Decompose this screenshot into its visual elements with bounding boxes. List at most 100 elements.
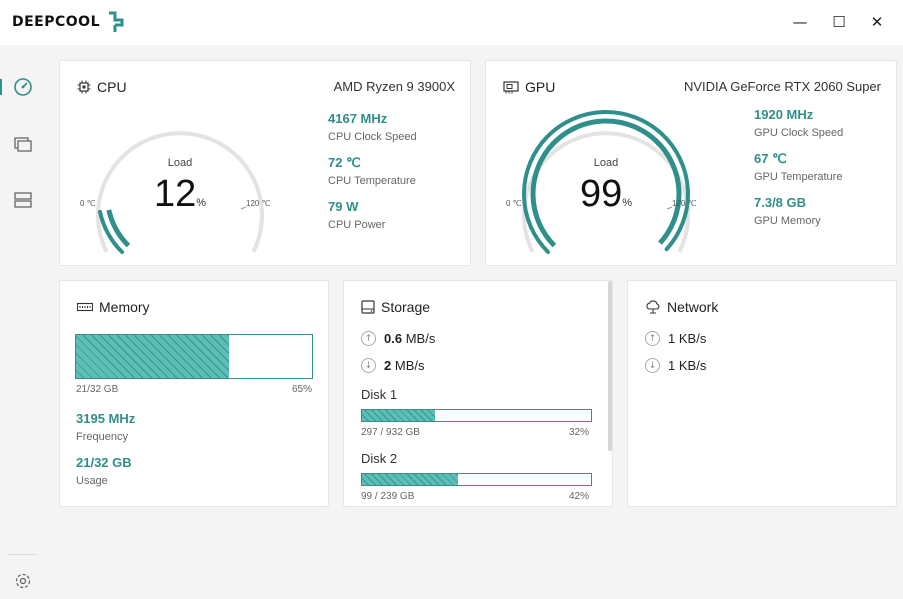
disk-1-usage: 297 / 932 GB: [361, 427, 420, 438]
sidebar-divider: [7, 554, 37, 555]
minimize-button[interactable]: —: [785, 10, 815, 34]
gpu-load-label: Load: [593, 157, 619, 169]
network-cloud-icon: [646, 300, 660, 314]
disk-2-name: Disk 2: [361, 451, 398, 466]
disk-1-bar: [361, 409, 592, 422]
cpu-load-gauge: Load 12% 0 ℃ 120 ℃: [80, 101, 280, 261]
memory-icon: [77, 302, 93, 312]
cpu-power-label: CPU Power: [328, 219, 386, 231]
server-icon: [14, 192, 32, 208]
gpu-memory-value: 7.3/8 GB: [754, 195, 807, 210]
monitor-icon: [14, 137, 32, 152]
nav-monitor[interactable]: [0, 125, 46, 165]
gpu-gauge-max: 120 ℃: [672, 199, 697, 208]
storage-title: Storage: [381, 299, 431, 315]
memory-usage-bar: [75, 334, 313, 379]
storage-download-unit: MB/s: [394, 358, 425, 373]
deepcool-logo: DEEPCOOL: [12, 10, 126, 34]
memory-used-text: 21/32 GB: [76, 384, 119, 395]
storage-upload-row: ↑ 0.6 MB/s: [361, 331, 435, 346]
memory-usage-fill: [76, 335, 230, 378]
upload-arrow-icon: ↑: [361, 331, 376, 346]
network-title: Network: [667, 299, 719, 315]
cpu-clock-label: CPU Clock Speed: [328, 131, 417, 143]
nav-dashboard[interactable]: [0, 67, 46, 107]
cpu-clock-value: 4167 MHz: [328, 111, 388, 126]
gpu-temp-value: 67 ℃: [754, 151, 787, 166]
memory-usage-label: Usage: [76, 475, 108, 487]
storage-upload-unit: MB/s: [405, 331, 436, 346]
storage-card: Storage ↑ 0.6 MB/s ↓ 2 MB/s Disk 1 297 /…: [343, 280, 613, 507]
memory-metrics: 3195 MHz Frequency 21/32 GB Usage: [76, 411, 135, 499]
storage-upload-speed: 0.6 MB/s: [384, 331, 435, 346]
gear-icon: [15, 573, 31, 589]
memory-usage-value: 21/32 GB: [76, 455, 132, 470]
disk-2-usage: 99 / 239 GB: [361, 491, 415, 502]
memory-card: Memory 21/32 GB 65% 3195 MHz Frequency 2…: [59, 280, 329, 507]
network-download-value: 1: [668, 358, 676, 373]
gpu-load-gauge: Load 99% 0 ℃ 120 ℃: [506, 101, 706, 261]
disk-2-percent: 42%: [569, 491, 590, 502]
memory-card-title: Memory: [77, 299, 150, 315]
network-upload-unit: KB/s: [678, 331, 707, 346]
maximize-button[interactable]: ☐: [824, 10, 854, 34]
network-card-title: Network: [645, 299, 718, 315]
cpu-temp-label: CPU Temperature: [328, 175, 416, 187]
gpu-metrics: 1920 MHz GPU Clock Speed 67 ℃ GPU Temper…: [754, 107, 843, 239]
close-button[interactable]: ✕: [862, 10, 892, 34]
cpu-load-value: 12%: [80, 173, 280, 216]
cpu-metrics: 4167 MHz CPU Clock Speed 72 ℃ CPU Temper…: [328, 111, 417, 243]
memory-percent-text: 65%: [291, 384, 312, 395]
disk-1-percent: 32%: [569, 427, 590, 438]
storage-scrollbar[interactable]: [608, 281, 612, 451]
cpu-title: CPU: [97, 79, 127, 95]
network-upload-speed: 1 KB/s: [668, 331, 706, 346]
logo-text: DEEPCOOL: [12, 14, 101, 30]
disk-1-fill: [362, 410, 436, 421]
disk-1-name: Disk 1: [361, 387, 398, 402]
cpu-chip-icon: [77, 80, 91, 94]
nav-server[interactable]: [0, 180, 46, 220]
cpu-load-unit: %: [196, 197, 207, 209]
gpu-title: GPU: [525, 79, 556, 95]
storage-card-title: Storage: [361, 299, 430, 315]
cpu-load-number: 12: [153, 173, 197, 215]
gpu-gauge-min: 0 ℃: [506, 199, 522, 208]
gpu-temp-label: GPU Temperature: [754, 171, 843, 183]
gpu-clock-value: 1920 MHz: [754, 107, 814, 122]
gpu-load-unit: %: [622, 197, 633, 209]
cpu-model: AMD Ryzen 9 3900X: [333, 79, 455, 94]
cpu-card: CPU AMD Ryzen 9 3900X Load 12% 0 ℃ 120 ℃…: [59, 60, 471, 266]
cpu-card-title: CPU: [77, 79, 127, 95]
cpu-gauge-min: 0 ℃: [80, 199, 96, 208]
memory-frequency-value: 3195 MHz: [76, 411, 136, 426]
logo-mark-icon: [109, 11, 124, 32]
gpu-load-value: 99%: [506, 173, 706, 216]
cpu-load-label: Load: [167, 157, 193, 169]
network-upload-row: ↑ 1 KB/s: [645, 331, 706, 346]
network-upload-value: 1: [668, 331, 676, 346]
sidebar: [0, 45, 46, 599]
gpu-clock-label: GPU Clock Speed: [754, 127, 844, 139]
gpu-card-title: GPU: [503, 79, 555, 95]
upload-arrow-icon: ↑: [645, 331, 660, 346]
dashboard-icon: [14, 78, 32, 96]
cpu-power-value: 79 W: [328, 199, 359, 214]
gpu-load-number: 99: [579, 173, 623, 215]
storage-download-row: ↓ 2 MB/s: [361, 358, 424, 373]
gpu-model: NVIDIA GeForce RTX 2060 Super: [683, 79, 881, 94]
disk-2-bar: [361, 473, 592, 486]
network-card: Network ↑ 1 KB/s ↓ 1 KB/s: [627, 280, 897, 507]
gpu-card-icon: [503, 81, 519, 94]
network-download-row: ↓ 1 KB/s: [645, 358, 706, 373]
storage-upload-value: 0.6: [384, 331, 403, 346]
storage-download-speed: 2 MB/s: [384, 358, 424, 373]
memory-title: Memory: [99, 299, 150, 315]
active-indicator: [0, 79, 2, 95]
settings-button[interactable]: [0, 561, 46, 599]
cpu-gauge-max: 120 ℃: [246, 199, 271, 208]
title-bar: DEEPCOOL — ☐ ✕: [0, 0, 903, 45]
cpu-temp-value: 72 ℃: [328, 155, 361, 170]
memory-frequency-label: Frequency: [76, 431, 128, 443]
disk-2-fill: [362, 474, 459, 485]
